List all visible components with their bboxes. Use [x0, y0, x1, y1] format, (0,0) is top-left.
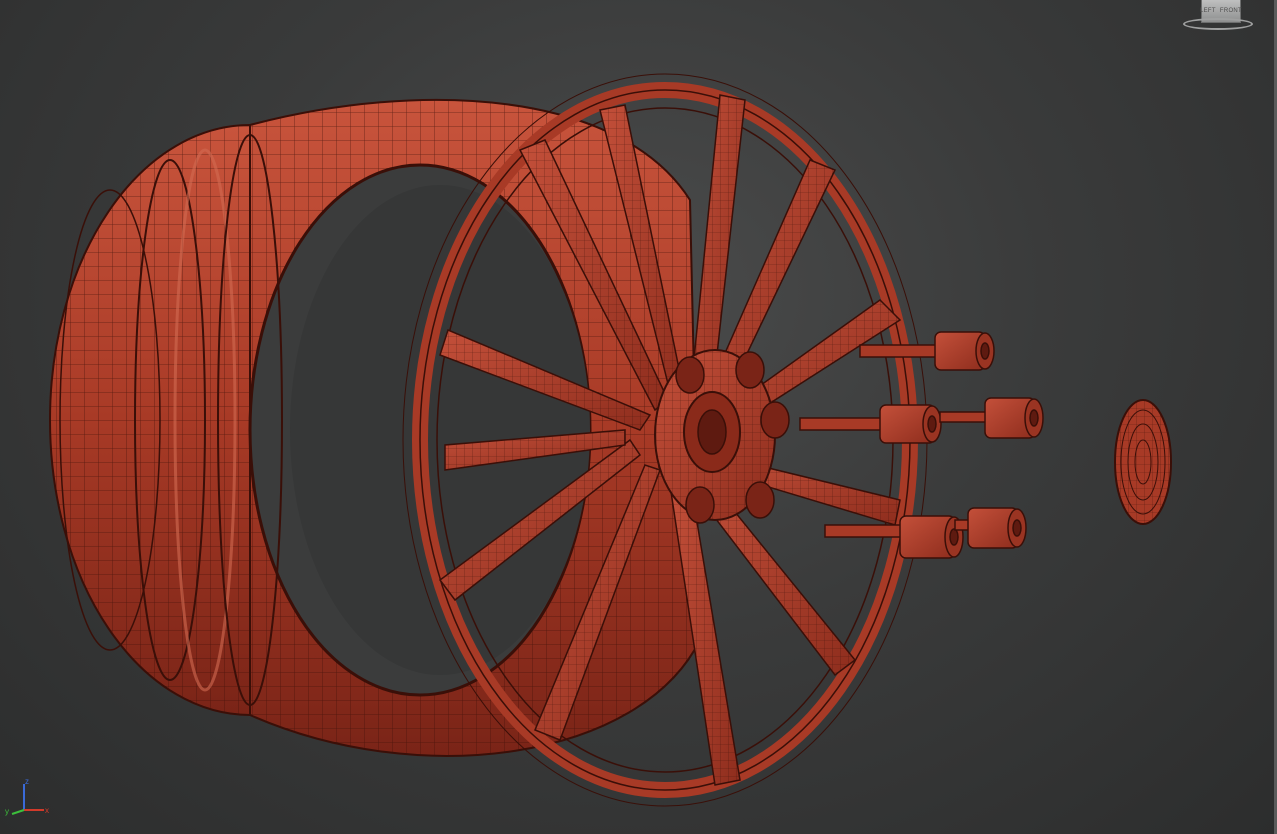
axis-tripod: z x y: [5, 777, 49, 816]
rim-barrel[interactable]: [49, 98, 702, 757]
viewcube-left-label: LEFT: [1199, 8, 1216, 14]
x-axis-label: x: [45, 806, 49, 815]
viewcube-compass-ring[interactable]: [1183, 18, 1253, 30]
y-axis-line: [11, 809, 25, 815]
wheel-model-scene[interactable]: [0, 0, 1277, 834]
perspective-viewport[interactable]: LEFT FRONT z x y: [0, 0, 1277, 834]
viewcube-front-label: FRONT: [1219, 8, 1243, 14]
y-axis-label: y: [5, 807, 9, 816]
lug-bolt[interactable]: [799, 404, 942, 444]
lug-bolt[interactable]: [954, 507, 1027, 549]
lug-bolt[interactable]: [939, 397, 1044, 439]
z-axis-label: z: [25, 777, 29, 786]
viewcube[interactable]: LEFT FRONT: [1183, 0, 1255, 34]
lug-bolt[interactable]: [859, 331, 995, 371]
center-cap[interactable]: [1114, 399, 1172, 525]
